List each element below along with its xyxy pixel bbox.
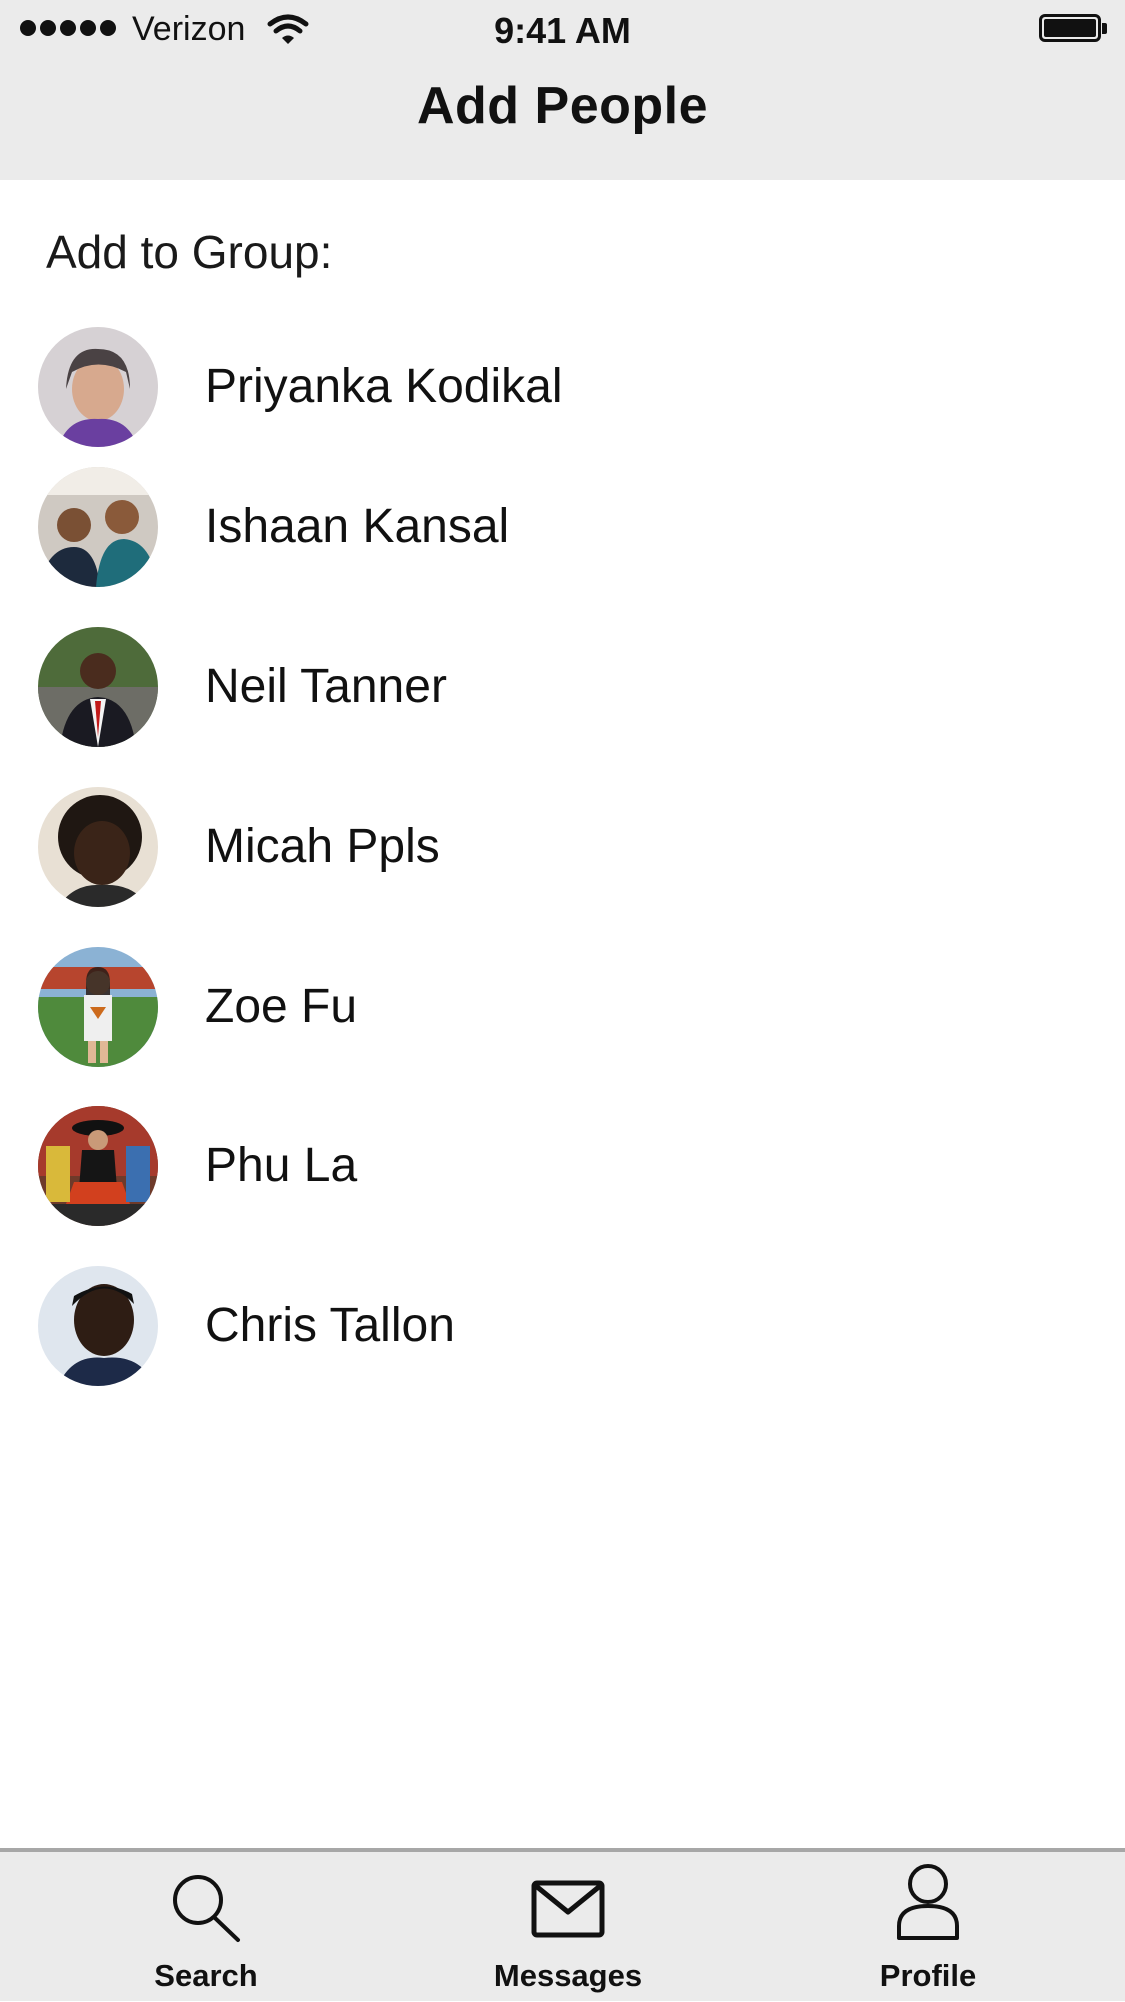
contact-name: Ishaan Kansal xyxy=(205,500,510,553)
contact-name: Phu La xyxy=(205,1139,358,1192)
status-time: 9:41 AM xyxy=(494,10,631,51)
contact-row[interactable]: Phu La xyxy=(0,1106,1125,1236)
avatar xyxy=(38,1106,158,1226)
contact-row[interactable]: Micah Ppls xyxy=(0,787,1125,917)
contact-name: Neil Tanner xyxy=(205,660,447,713)
avatar xyxy=(38,327,158,447)
contact-row[interactable]: Chris Tallon xyxy=(0,1266,1125,1396)
envelope-icon xyxy=(531,1880,605,1938)
contact-name: Micah Ppls xyxy=(205,820,440,873)
avatar xyxy=(38,787,158,907)
contact-row[interactable]: Neil Tanner xyxy=(0,627,1125,757)
avatar xyxy=(38,627,158,747)
status-bar: Verizon 9:41 AM xyxy=(0,0,1125,60)
page-title: Add People xyxy=(416,77,709,135)
contact-row[interactable]: Priyanka Kodikal xyxy=(0,327,1125,457)
search-icon xyxy=(173,1875,240,1942)
contact-name: Priyanka Kodikal xyxy=(205,360,563,413)
person-icon xyxy=(897,1864,959,1940)
avatar xyxy=(38,947,158,1067)
tab-profile[interactable]: Profile xyxy=(808,1852,1048,2002)
avatar xyxy=(38,467,158,587)
tab-label: Profile xyxy=(879,1958,977,1993)
battery-icon xyxy=(1039,14,1107,44)
contact-name: Chris Tallon xyxy=(205,1299,455,1352)
contact-name: Zoe Fu xyxy=(205,980,358,1033)
avatar xyxy=(38,1266,158,1386)
tab-messages[interactable]: Messages xyxy=(448,1852,688,2002)
add-to-group-label: Add to Group: xyxy=(46,226,333,278)
navigation-header: Verizon 9:41 AM Add People xyxy=(0,0,1125,180)
tab-label: Messages xyxy=(493,1958,643,1993)
tab-label: Search xyxy=(154,1958,258,1993)
contact-row[interactable]: Zoe Fu xyxy=(0,947,1125,1077)
contact-row[interactable]: Ishaan Kansal xyxy=(0,467,1125,597)
tab-search[interactable]: Search xyxy=(86,1852,326,2002)
tab-bar: Search Messages Profile xyxy=(0,1848,1125,2001)
